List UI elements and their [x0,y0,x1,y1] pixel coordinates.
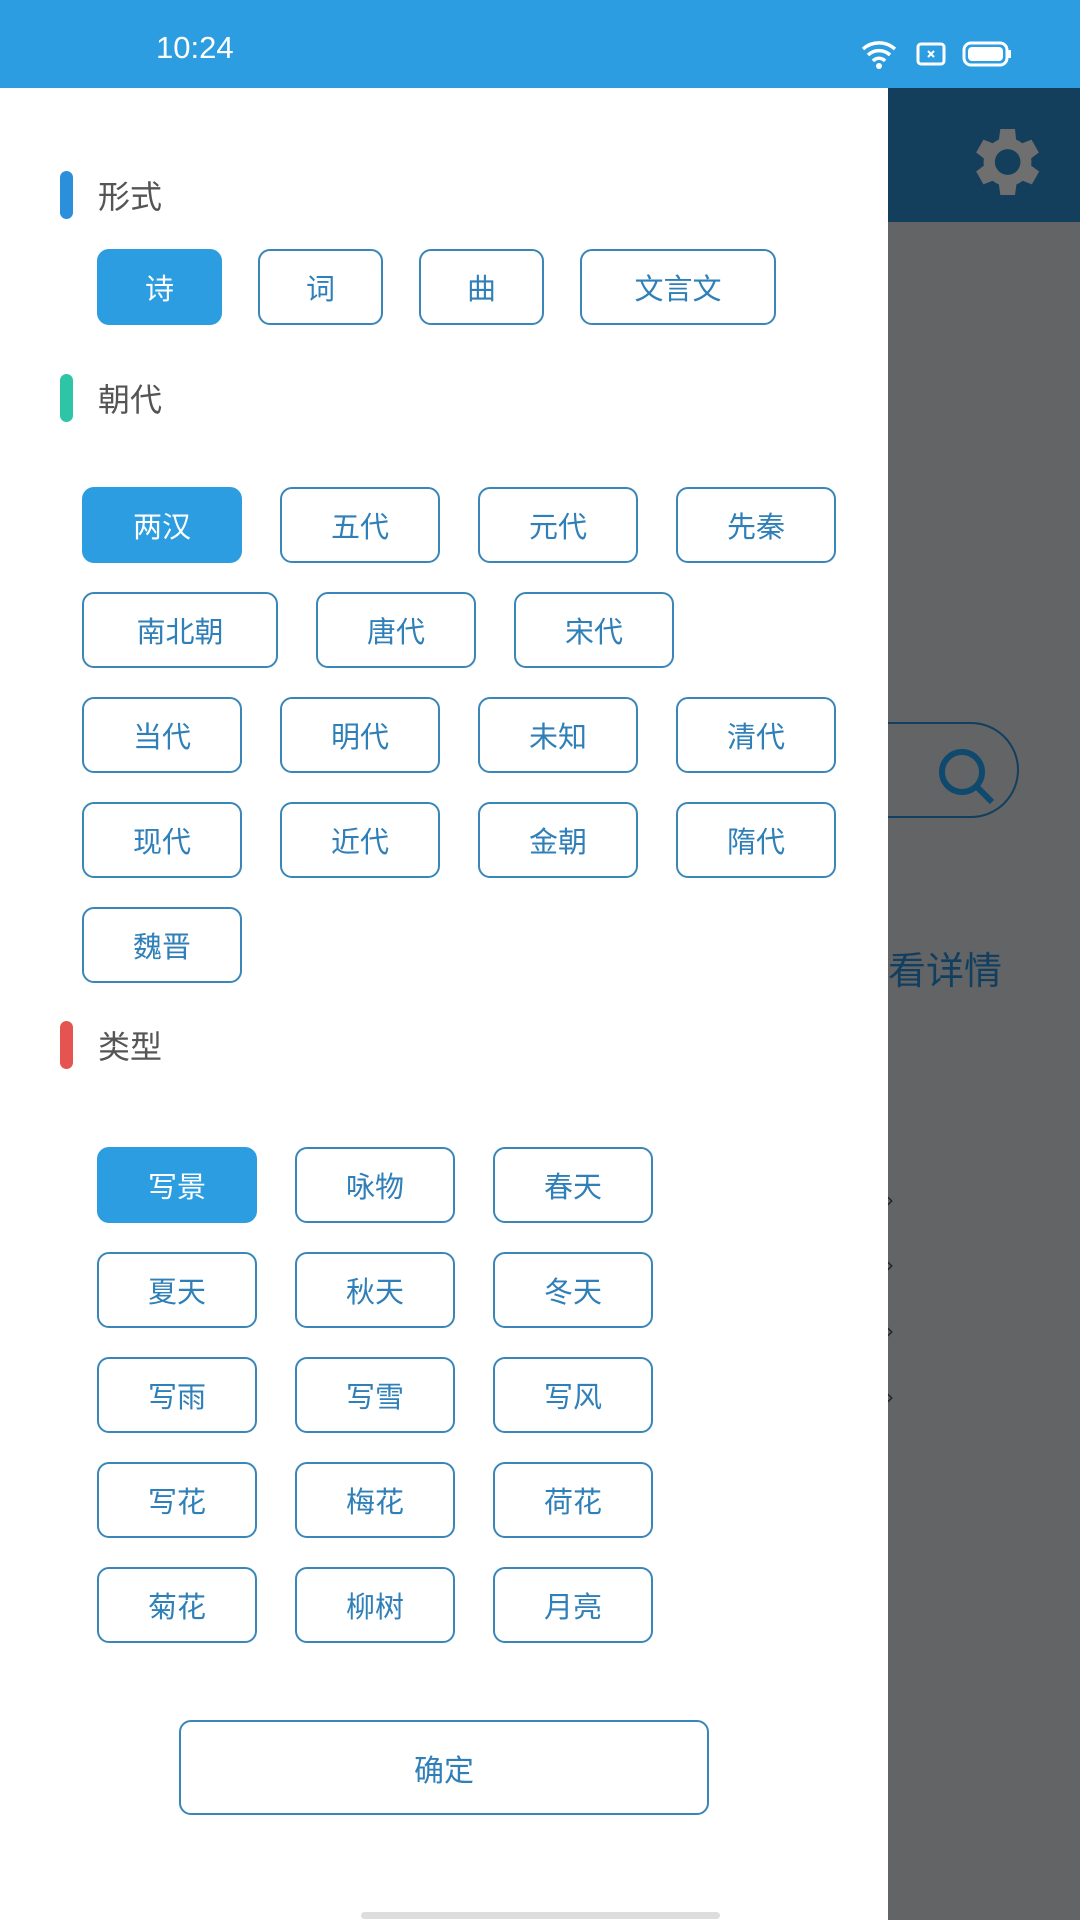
option-chip[interactable]: 夏天 [97,1252,257,1328]
option-chip[interactable]: 写景 [97,1147,257,1223]
option-chip[interactable]: 金朝 [478,802,638,878]
gear-icon [976,129,1040,195]
option-chip[interactable]: 写雪 [295,1357,455,1433]
option-chip[interactable]: 清代 [676,697,836,773]
option-chip[interactable]: 当代 [82,697,242,773]
confirm-button[interactable]: 确定 [179,1720,709,1815]
status-time: 10:24 [156,30,234,65]
wifi-icon [861,41,897,69]
option-chip[interactable]: 宋代 [514,592,674,668]
section-title: 朝代 [98,381,163,419]
gesture-handle [361,1912,720,1919]
option-chip[interactable]: 隋代 [676,802,836,878]
section-marker [60,1021,73,1069]
option-chip[interactable]: 近代 [280,802,440,878]
option-chip[interactable]: 写花 [97,1462,257,1538]
option-chip[interactable]: 秋天 [295,1252,455,1328]
option-chip[interactable]: 明代 [280,697,440,773]
option-chip[interactable]: 未知 [478,697,638,773]
option-chip[interactable]: 荷花 [493,1462,653,1538]
filter-drawer: 形式 诗词曲文言文 朝代 两汉 五代 元代 先秦南北朝 唐代 宋代当代 明代 未知 清代现代 近代… [0,88,888,1920]
battery-icon [962,41,1011,67]
option-chip[interactable]: 五代 [280,487,440,563]
option-chip[interactable]: 梅花 [295,1462,455,1538]
option-chip[interactable]: 写雨 [97,1357,257,1433]
option-chip[interactable]: 现代 [82,802,242,878]
section-dynasty-header: 朝代 [60,374,162,422]
option-chip[interactable]: 魏晋 [82,907,242,983]
option-chip[interactable]: 写风 [493,1357,653,1433]
option-chip[interactable]: 南北朝 [82,592,278,668]
option-chip[interactable]: 先秦 [676,487,836,563]
option-chip[interactable]: 元代 [478,487,638,563]
option-chip[interactable]: 菊花 [97,1567,257,1643]
option-chip[interactable]: 曲 [419,249,544,325]
option-chip[interactable]: 咏物 [295,1147,455,1223]
option-chip[interactable]: 诗 [97,249,222,325]
option-chip[interactable]: 柳树 [295,1567,455,1643]
option-chip[interactable]: 唐代 [316,592,476,668]
option-chip[interactable]: 春天 [493,1147,653,1223]
option-chip[interactable]: 月亮 [493,1567,653,1643]
section-marker [60,374,73,422]
option-chip[interactable]: 文言文 [580,249,776,325]
option-chip[interactable]: 词 [258,249,383,325]
view-detail-text: 看详情 [888,949,1003,993]
status-bar: 10:24 [0,0,1080,88]
option-chip[interactable]: 冬天 [493,1252,653,1328]
search-icon[interactable] [930,742,1010,812]
sim-icon [916,42,946,66]
section-form-header: 形式 [60,171,162,219]
section-title: 类型 [98,1028,163,1066]
section-title: 形式 [98,178,163,216]
section-type-header: 类型 [60,1021,162,1069]
option-chip[interactable]: 两汉 [82,487,242,563]
section-marker [60,171,73,219]
